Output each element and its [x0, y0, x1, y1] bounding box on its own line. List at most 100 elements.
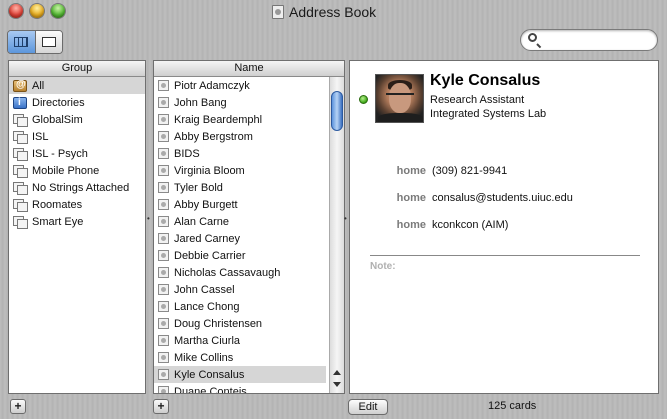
group-item[interactable]: Mobile Phone — [9, 162, 145, 179]
group-item-label: Smart Eye — [32, 215, 84, 228]
contact-organization: Integrated Systems Lab — [430, 108, 547, 120]
group-item[interactable]: All — [9, 77, 145, 94]
splitter-handle[interactable]: • — [147, 215, 151, 223]
name-list-item[interactable]: Doug Christensen — [154, 315, 326, 332]
name-list-item[interactable]: Virginia Bloom — [154, 162, 326, 179]
address-book-icon — [272, 5, 284, 19]
name-list-item[interactable]: Jared Carney — [154, 230, 326, 247]
name-list-item[interactable]: Nicholas Cassavaugh — [154, 264, 326, 281]
name-list-item[interactable]: Mike Collins — [154, 349, 326, 366]
minimize-window-button[interactable] — [30, 4, 44, 18]
person-card-icon — [158, 335, 169, 346]
name-list-item-label: Jared Carney — [174, 232, 241, 245]
name-list-item[interactable]: Tyler Bold — [154, 179, 326, 196]
name-list-item[interactable]: John Bang — [154, 94, 326, 111]
name-list-item[interactable]: Martha Ciurla — [154, 332, 326, 349]
field-label[interactable]: home — [397, 192, 426, 204]
group-item[interactable]: Roomates — [9, 196, 145, 213]
name-list-item[interactable]: Alan Carne — [154, 213, 326, 230]
note-label[interactable]: Note: — [370, 261, 396, 272]
group-column-header[interactable]: Group — [9, 61, 145, 77]
name-list: Piotr Adamczyk John Bang Kraig Beardemphl A… — [154, 77, 326, 393]
person-card-icon — [158, 386, 169, 393]
card-view-button[interactable] — [34, 31, 62, 53]
name-list-item-label: Virginia Bloom — [174, 164, 245, 177]
name-list-item[interactable]: Abby Bergstrom — [154, 128, 326, 145]
window-title: Address Book — [272, 4, 376, 20]
scrollbar-thumb[interactable] — [331, 91, 343, 131]
name-list-item-label: Abby Bergstrom — [174, 130, 253, 143]
scroll-up-arrow[interactable] — [333, 370, 341, 375]
edit-button[interactable]: Edit — [348, 399, 388, 415]
person-card-icon — [158, 267, 169, 278]
name-list-item[interactable]: Piotr Adamczyk — [154, 77, 326, 94]
group-item-label: Mobile Phone — [32, 164, 100, 177]
name-list-item[interactable]: Duane Conteis — [154, 383, 326, 393]
scroll-down-arrow[interactable] — [333, 382, 341, 387]
person-card-icon — [158, 216, 169, 227]
close-window-button[interactable] — [9, 4, 23, 18]
name-column-header[interactable]: Name — [154, 61, 344, 77]
name-list-item[interactable]: Abby Burgett — [154, 196, 326, 213]
column-view-icon — [14, 37, 29, 47]
column-view-button[interactable] — [8, 31, 35, 53]
name-list-item-label: Nicholas Cassavaugh — [174, 266, 281, 279]
card-view-icon — [41, 37, 56, 47]
person-card-icon — [158, 233, 169, 244]
add-person-button[interactable]: + — [153, 399, 169, 414]
group-item[interactable]: GlobalSim — [9, 111, 145, 128]
add-group-button[interactable]: + — [10, 399, 26, 414]
person-card-icon — [158, 148, 169, 159]
email-field: home consalus@students.uiuc.edu — [350, 192, 658, 206]
group-icon — [13, 215, 28, 229]
name-list-item[interactable]: Kyle Consalus — [154, 366, 326, 383]
person-card-icon — [158, 97, 169, 108]
search-input[interactable] — [543, 32, 653, 49]
name-list-scrollbar[interactable] — [329, 77, 344, 393]
name-list-item[interactable]: Debbie Carrier — [154, 247, 326, 264]
name-list-item[interactable]: John Cassel — [154, 281, 326, 298]
field-label[interactable]: home — [397, 219, 426, 231]
group-item-label: ISL - Psych — [32, 147, 88, 160]
address-book-window: Address Book Group All Directories GlobalS… — [0, 0, 667, 419]
person-card-icon — [158, 318, 169, 329]
directories-icon — [13, 96, 27, 109]
name-list-item-label: Debbie Carrier — [174, 249, 246, 262]
field-value[interactable]: (309) 821-9941 — [432, 165, 507, 177]
person-card-icon — [158, 369, 169, 380]
group-item-label: Roomates — [32, 198, 83, 211]
name-list-item-label: Mike Collins — [174, 351, 234, 364]
field-value[interactable]: kconkcon (AIM) — [432, 219, 508, 231]
splitter-handle[interactable]: • — [344, 215, 348, 223]
group-icon — [13, 147, 28, 161]
name-pane: Name Piotr Adamczyk John Bang Kraig Bearde… — [153, 60, 345, 394]
field-value[interactable]: consalus@students.uiuc.edu — [432, 192, 573, 204]
name-list-item-label: John Bang — [174, 96, 227, 109]
person-card-icon — [158, 199, 169, 210]
all-icon — [13, 79, 27, 92]
name-list-item-label: Alan Carne — [174, 215, 230, 228]
group-item[interactable]: Smart Eye — [9, 213, 145, 230]
group-item[interactable]: No Strings Attached — [9, 179, 145, 196]
person-card-icon — [158, 352, 169, 363]
name-list-item[interactable]: BIDS — [154, 145, 326, 162]
name-list-item-label: Duane Conteis — [174, 385, 247, 394]
name-list-item-label: Martha Ciurla — [174, 334, 241, 347]
group-item[interactable]: ISL — [9, 128, 145, 145]
name-list-item-label: Lance Chong — [174, 300, 240, 313]
name-list-item-label: Kraig Beardemphl — [174, 113, 263, 126]
field-label[interactable]: home — [397, 165, 426, 177]
zoom-window-button[interactable] — [51, 4, 65, 18]
group-item[interactable]: Directories — [9, 94, 145, 111]
group-item[interactable]: ISL - Psych — [9, 145, 145, 162]
card-count: 125 cards — [488, 400, 537, 412]
card-pane: Kyle Consalus Research Assistant Integra… — [349, 60, 659, 394]
name-list-item[interactable]: Kraig Beardemphl — [154, 111, 326, 128]
group-item-label: Directories — [32, 96, 85, 109]
contact-photo[interactable] — [375, 74, 424, 123]
search-field[interactable] — [520, 29, 658, 51]
name-list-item-label: Kyle Consalus — [174, 368, 245, 381]
name-list-item[interactable]: Lance Chong — [154, 298, 326, 315]
group-pane: Group All Directories GlobalSim ISL ISL - Ps… — [8, 60, 146, 394]
contact-name: Kyle Consalus — [430, 72, 541, 89]
